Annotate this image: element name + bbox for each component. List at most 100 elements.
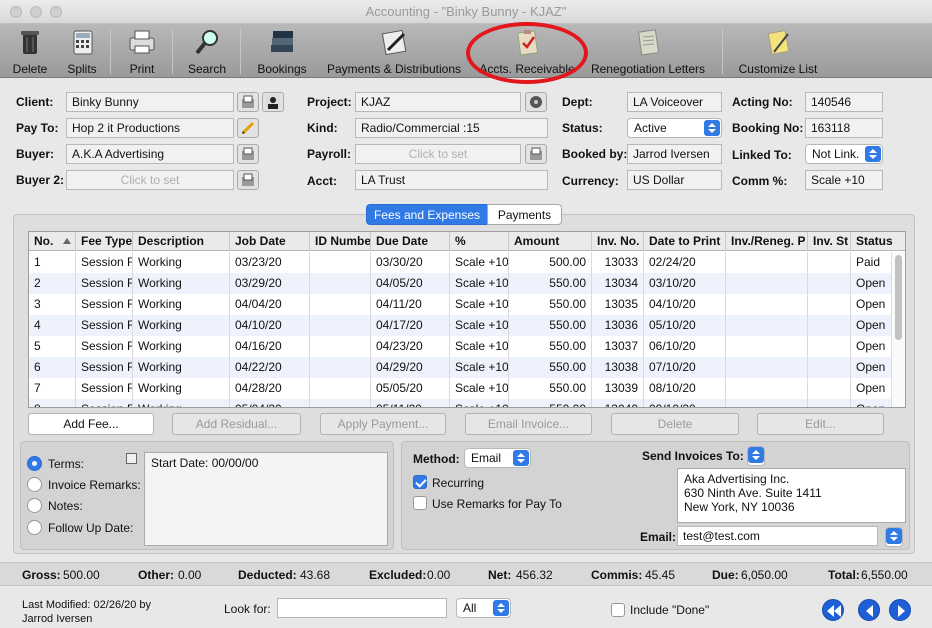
commis-label: Commis: bbox=[591, 568, 643, 582]
window-title: Accounting - "Binky Bunny - KJAZ" bbox=[365, 4, 567, 19]
table-row[interactable]: 6 Session F Working 04/22/20 04/29/20 Scale +… bbox=[29, 357, 891, 378]
column-header[interactable]: Inv. St bbox=[808, 232, 851, 251]
buyer-field[interactable]: A.K.A Advertising bbox=[66, 144, 234, 164]
project-field[interactable]: KJAZ bbox=[355, 92, 521, 112]
column-header[interactable]: ID Number bbox=[310, 232, 371, 251]
column-header[interactable]: Date to Print bbox=[644, 232, 726, 251]
table-row[interactable]: 7 Session F Working 04/28/20 05/05/20 Scale +… bbox=[29, 378, 891, 399]
currency-field[interactable]: US Dollar bbox=[627, 170, 722, 190]
send-invoices-to-label: Send Invoices To: bbox=[642, 449, 744, 463]
linked-select[interactable]: Not Link. bbox=[805, 144, 883, 164]
column-header[interactable]: Description bbox=[133, 232, 230, 251]
table-row[interactable]: 8Session FWorking05/04/20 05/11/20Scale +… bbox=[29, 399, 891, 407]
payments-distributions-button[interactable]: Payments & Distributions bbox=[326, 24, 462, 78]
table-cell: Scale +10 bbox=[450, 252, 509, 273]
card-file-icon bbox=[242, 95, 254, 108]
renegotiation-letters-button[interactable]: Renegotiation Letters bbox=[588, 24, 708, 78]
scrollbar-thumb[interactable] bbox=[895, 255, 902, 340]
delete-button[interactable]: Delete bbox=[4, 24, 56, 78]
recurring-checkbox[interactable] bbox=[413, 475, 427, 489]
net-value: 456.32 bbox=[516, 568, 553, 582]
payto-field[interactable]: Hop 2 it Productions bbox=[66, 118, 234, 138]
status-select[interactable]: Active bbox=[627, 118, 722, 138]
buyer-lookup-button[interactable] bbox=[237, 144, 259, 164]
tab-fees-and-expenses[interactable]: Fees and Expenses bbox=[366, 204, 488, 225]
next-record-button[interactable] bbox=[889, 599, 911, 621]
chevron-updown-icon bbox=[513, 450, 529, 466]
method-select[interactable]: Email bbox=[464, 448, 531, 468]
highlight-annotation-ring bbox=[466, 22, 588, 84]
search-button[interactable]: Search bbox=[182, 24, 232, 78]
magnifier-icon bbox=[195, 30, 218, 55]
email-dropdown[interactable] bbox=[885, 527, 903, 547]
expand-icon[interactable] bbox=[126, 453, 137, 464]
table-cell: 13038 bbox=[592, 357, 644, 378]
table-cell bbox=[808, 357, 851, 378]
dept-label: Dept: bbox=[562, 95, 593, 109]
person-photo-icon bbox=[266, 95, 280, 109]
table-cell: 550.00 bbox=[509, 336, 592, 357]
terms-radio[interactable] bbox=[27, 456, 42, 471]
table-cell bbox=[310, 294, 371, 315]
splits-button[interactable]: Splits bbox=[58, 24, 106, 78]
bookings-button[interactable]: Bookings bbox=[250, 24, 314, 78]
table-row[interactable]: 1 Session F Working 03/23/20 03/30/20 Scale +… bbox=[29, 252, 891, 273]
follow-up-date-radio[interactable] bbox=[27, 520, 42, 535]
tab-payments[interactable]: Payments bbox=[487, 204, 562, 225]
table-cell: Session F bbox=[76, 378, 133, 399]
table-cell bbox=[808, 315, 851, 336]
print-button[interactable]: Print bbox=[118, 24, 166, 78]
send-to-dropdown[interactable] bbox=[747, 446, 765, 466]
dept-field[interactable]: LA Voiceover bbox=[627, 92, 722, 112]
client-photo-button[interactable] bbox=[262, 92, 284, 112]
column-header[interactable]: Status bbox=[851, 232, 905, 251]
notes-radio[interactable] bbox=[27, 498, 42, 513]
delete-fee-button[interactable]: Delete bbox=[611, 413, 739, 435]
customize-list-button[interactable]: Customize List bbox=[732, 24, 824, 78]
table-scrollbar[interactable] bbox=[891, 252, 905, 407]
payto-edit-button[interactable] bbox=[237, 118, 259, 138]
column-header[interactable]: Inv./Reneg. P bbox=[726, 232, 808, 251]
fees-table[interactable]: No. Fee Type Description Job Date ID Number D… bbox=[28, 231, 906, 408]
kind-field[interactable]: Radio/Commercial :15 bbox=[355, 118, 548, 138]
table-cell: 550.00 bbox=[509, 399, 592, 407]
column-header[interactable]: Fee Type bbox=[76, 232, 133, 251]
table-row[interactable]: 3 Session F Working 04/04/20 04/11/20 Scale +… bbox=[29, 294, 891, 315]
edit-fee-button[interactable]: Edit... bbox=[757, 413, 884, 435]
table-row[interactable]: 5 Session F Working 04/16/20 04/23/20 Scale +… bbox=[29, 336, 891, 357]
column-header[interactable]: Due Date bbox=[371, 232, 450, 251]
table-row[interactable]: 2 Session F Working 03/29/20 04/05/20 Scale +… bbox=[29, 273, 891, 294]
column-header[interactable]: Inv. No. bbox=[592, 232, 644, 251]
filter-select[interactable]: All bbox=[456, 598, 511, 618]
include-done-checkbox[interactable] bbox=[611, 603, 625, 617]
address-textarea[interactable]: Aka Advertising Inc. 630 Ninth Ave. Suit… bbox=[677, 468, 906, 523]
previous-record-button[interactable] bbox=[858, 599, 880, 621]
column-header[interactable]: Job Date bbox=[230, 232, 310, 251]
column-header[interactable]: % bbox=[450, 232, 509, 251]
table-cell bbox=[726, 252, 808, 273]
invoice-remarks-radio[interactable] bbox=[27, 477, 42, 492]
client-lookup-button[interactable] bbox=[237, 92, 259, 112]
buyer2-field[interactable]: Click to set bbox=[66, 170, 234, 190]
client-field[interactable]: Binky Bunny bbox=[66, 92, 234, 112]
column-header[interactable]: Amount bbox=[509, 232, 592, 251]
use-remarks-checkbox[interactable] bbox=[413, 496, 427, 510]
add-residual-button[interactable]: Add Residual... bbox=[172, 413, 301, 435]
bookedby-field[interactable]: Jarrod Iversen bbox=[627, 144, 722, 164]
table-row[interactable]: 4 Session F Working 04/10/20 04/17/20 Scale +… bbox=[29, 315, 891, 336]
email-field[interactable]: test@test.com bbox=[677, 526, 878, 546]
apply-payment-button[interactable]: Apply Payment... bbox=[320, 413, 446, 435]
buyer2-lookup-button[interactable] bbox=[237, 170, 259, 190]
project-reel-button[interactable] bbox=[525, 92, 547, 112]
email-invoice-button[interactable]: Email Invoice... bbox=[465, 413, 592, 435]
payroll-lookup-button[interactable] bbox=[525, 144, 547, 164]
first-record-button[interactable] bbox=[822, 599, 844, 621]
column-header[interactable]: No. bbox=[29, 232, 76, 251]
notes-textarea[interactable]: Start Date: 00/00/00 bbox=[144, 452, 388, 546]
table-cell bbox=[808, 273, 851, 294]
look-for-input[interactable] bbox=[277, 598, 447, 618]
acct-field[interactable]: LA Trust bbox=[355, 170, 548, 190]
table-cell: 5 bbox=[29, 336, 76, 357]
payroll-field[interactable]: Click to set bbox=[355, 144, 521, 164]
add-fee-button[interactable]: Add Fee... bbox=[28, 413, 154, 435]
